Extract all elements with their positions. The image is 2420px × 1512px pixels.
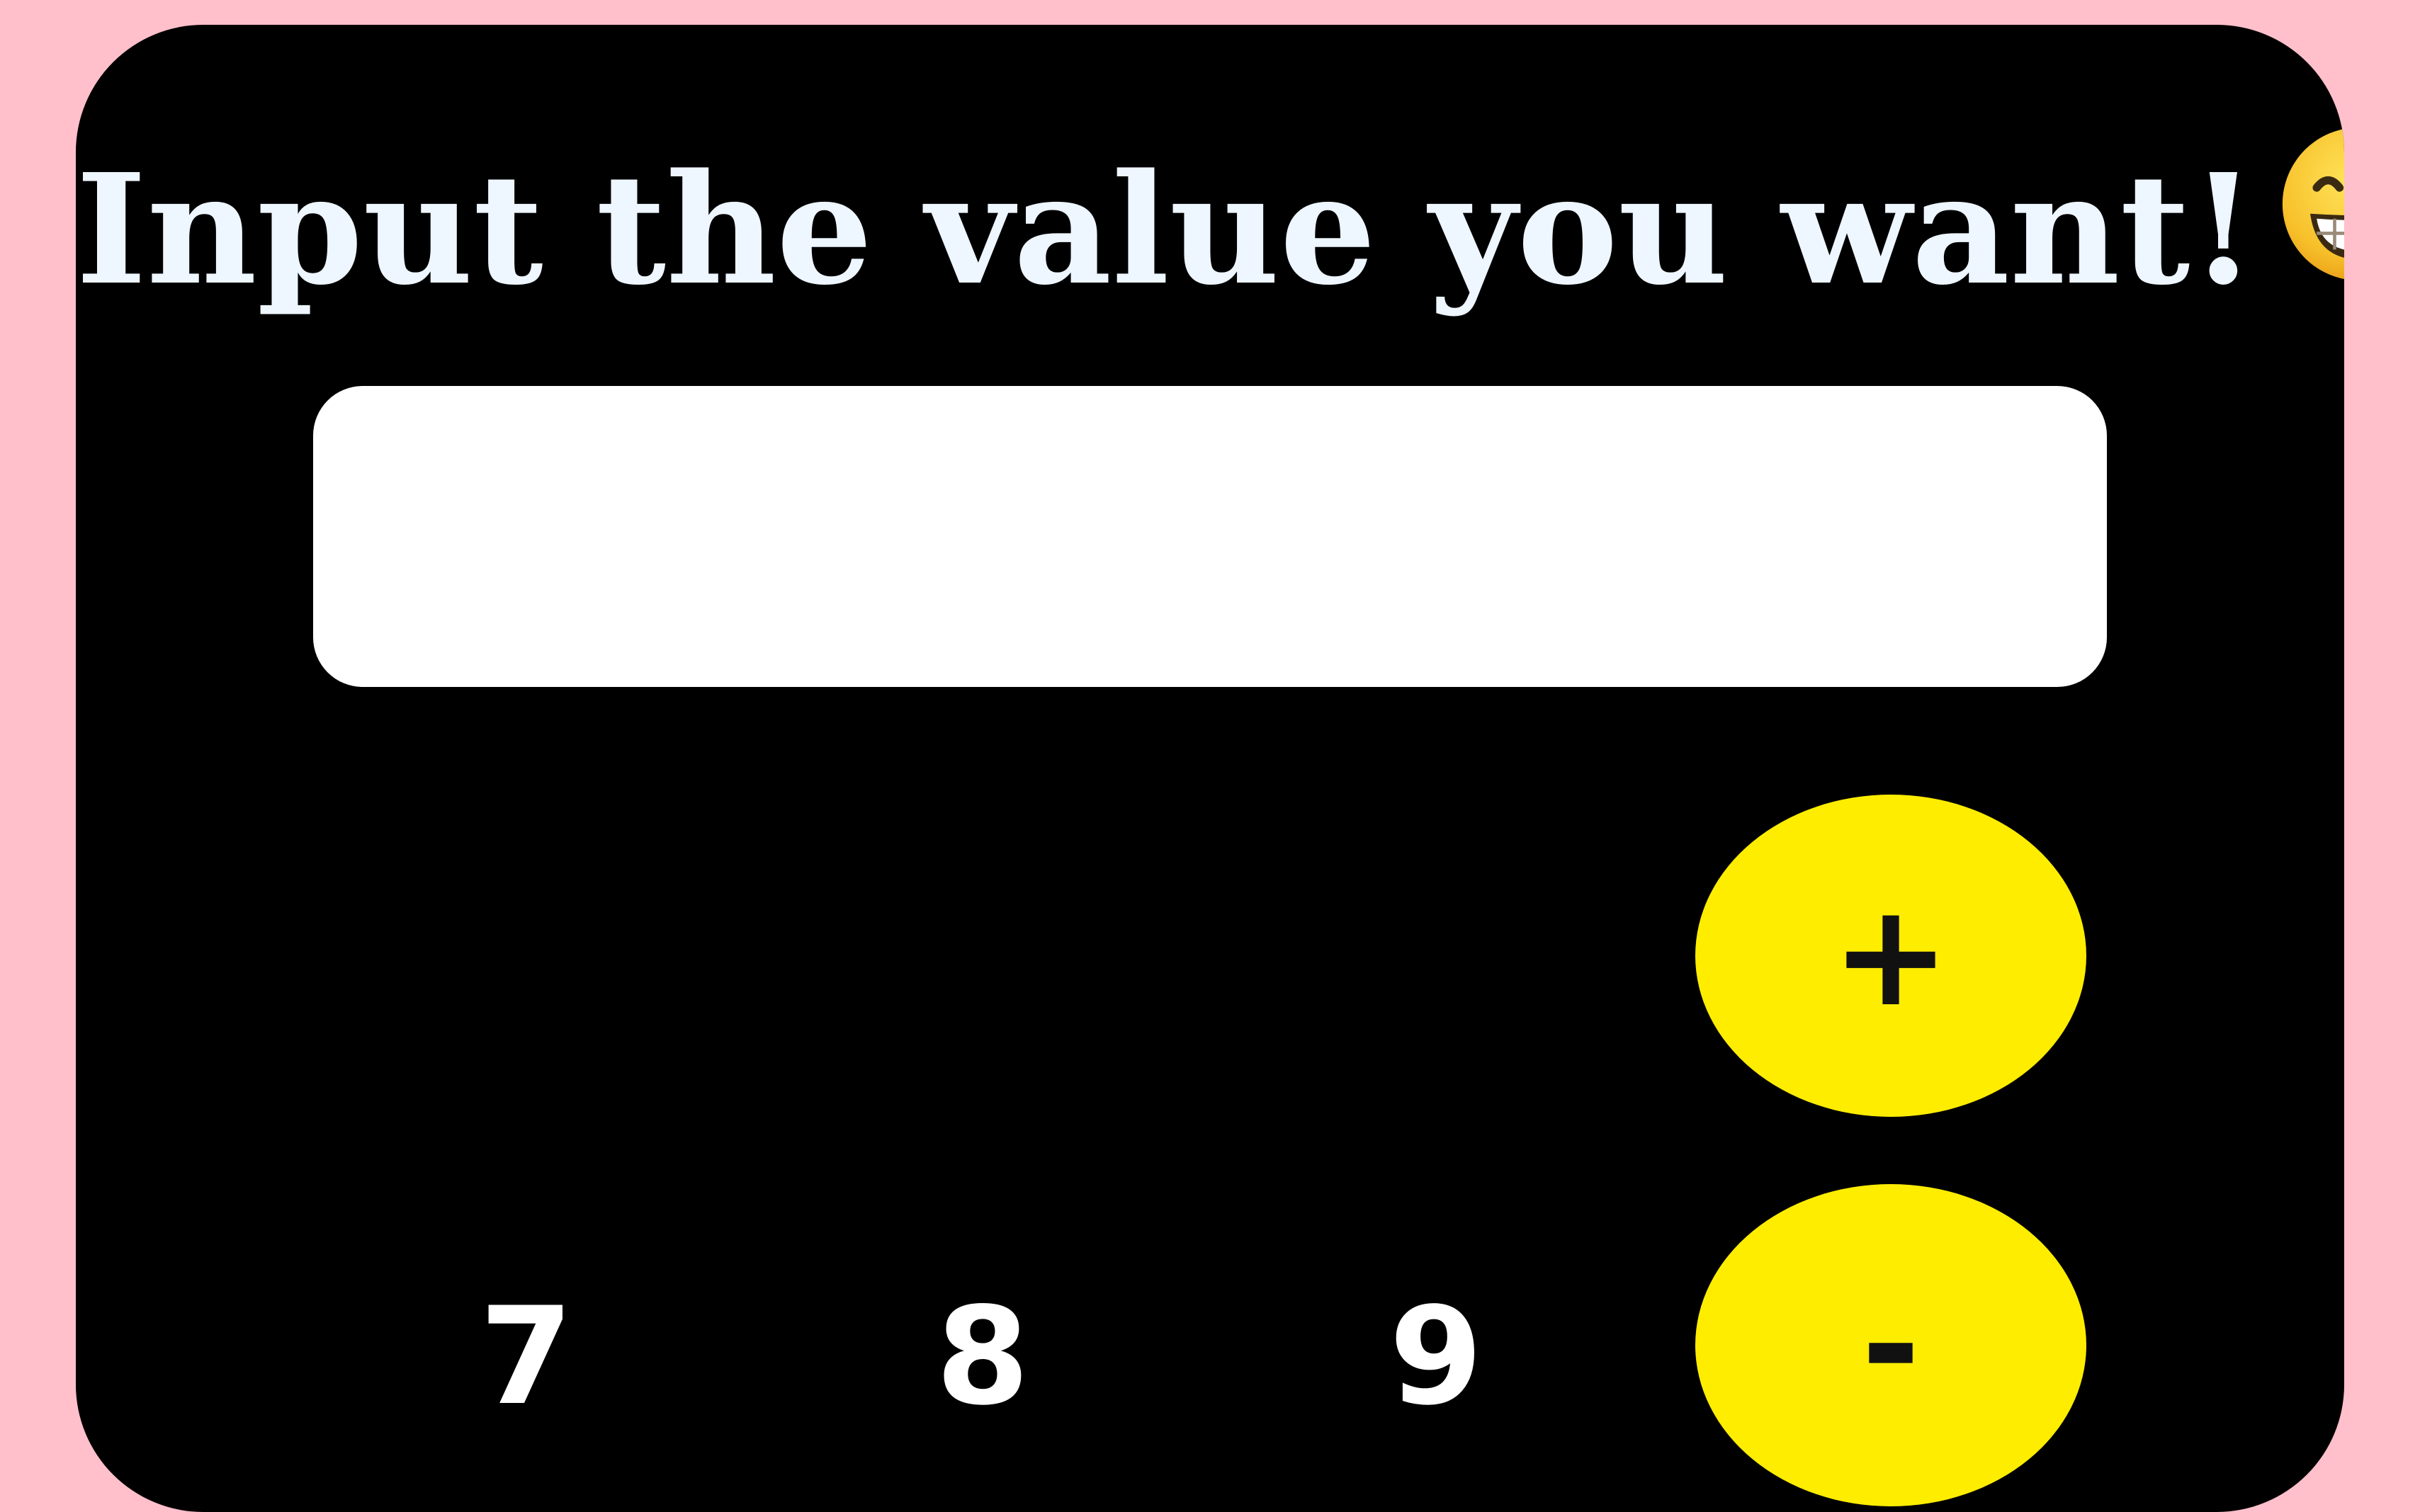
- plus-button[interactable]: +: [1695, 795, 2086, 1117]
- page-title: Input the value you want!: [76, 124, 2344, 352]
- digit-9-button[interactable]: 9: [1330, 1250, 1542, 1462]
- grinning-face-icon: [2278, 123, 2344, 339]
- calculator-panel: Input the value you want! + - 7 8 9: [76, 25, 2344, 1512]
- digit-8-button[interactable]: 8: [876, 1250, 1089, 1462]
- minus-button[interactable]: -: [1695, 1184, 2086, 1506]
- digit-7-button[interactable]: 7: [420, 1250, 633, 1462]
- page-title-text: Input the value you want!: [76, 141, 2257, 319]
- calculator-display-input[interactable]: [313, 386, 2107, 687]
